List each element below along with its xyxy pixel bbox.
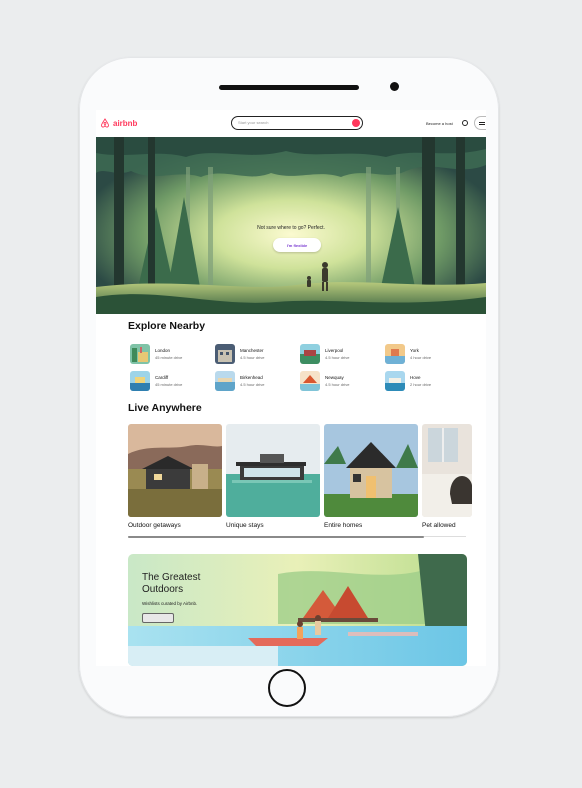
destination-thumbnail — [215, 371, 235, 391]
destination-city: Cardiff — [155, 375, 169, 380]
browser-screen: airbnb Start your search Become a host N… — [96, 110, 486, 666]
destination-city: Hove — [410, 375, 421, 380]
list-item[interactable]: Manchester 4.5 hour drive — [215, 344, 295, 364]
destination-city: Birkenhead — [240, 375, 263, 380]
destination-drive-time: 2 hour drive — [410, 382, 432, 387]
list-item[interactable]: Cardiff 45 minute drive — [130, 371, 210, 391]
card-label: Entire homes — [324, 522, 363, 529]
destination-drive-time: 4.5 hour drive — [325, 355, 350, 360]
destination-drive-time: 45 minute drive — [155, 382, 183, 387]
destination-drive-time: 4 hour drive — [410, 355, 432, 360]
site-header: airbnb Start your search Become a host — [96, 110, 486, 138]
explore-nearby-title: Explore Nearby — [128, 320, 206, 332]
search-input[interactable]: Start your search — [238, 120, 268, 125]
promo-subtitle: Wishlists curated by Airbnb. — [142, 601, 198, 606]
destination-thumbnail — [300, 371, 320, 391]
destination-city: Liverpool — [325, 348, 344, 353]
card-image — [324, 424, 418, 517]
destination-thumbnail — [385, 371, 405, 391]
destination-thumbnail — [385, 344, 405, 364]
become-host-link[interactable]: Become a host — [426, 121, 453, 126]
user-menu-button[interactable] — [474, 116, 486, 130]
destination-drive-time: 4.5 hour drive — [240, 355, 265, 360]
hero-banner: Not sure where to go? Perfect. I'm flexi… — [96, 137, 486, 314]
outdoors-illustration — [128, 554, 467, 666]
hero-tagline: Not sure where to go? Perfect. — [257, 225, 325, 231]
category-card[interactable]: Pet allowed — [422, 424, 472, 529]
live-anywhere-carousel[interactable]: Outdoor getaways Unique stays Entire hom… — [128, 424, 486, 536]
card-image — [128, 424, 222, 517]
list-item[interactable]: York 4 hour drive — [385, 344, 465, 364]
live-anywhere-title: Live Anywhere — [128, 402, 202, 414]
destination-city: Manchester — [240, 348, 264, 353]
list-item[interactable]: Birkenhead 4.5 hour drive — [215, 371, 295, 391]
menu-icon — [479, 122, 485, 123]
card-image — [226, 424, 320, 517]
category-card[interactable]: Outdoor getaways — [128, 424, 222, 529]
logo-wordmark: airbnb — [113, 118, 138, 128]
destination-drive-time: 45 minute drive — [155, 355, 183, 360]
destination-drive-time: 4.5 hour drive — [325, 382, 350, 387]
destination-thumbnail — [130, 344, 150, 364]
outdoors-promo-banner[interactable]: The Greatest Outdoors Wishlists curated … — [128, 554, 467, 666]
category-card[interactable]: Entire homes — [324, 424, 418, 529]
globe-icon[interactable] — [462, 120, 468, 126]
list-item[interactable]: Hove 2 hour drive — [385, 371, 465, 391]
destination-thumbnail — [300, 344, 320, 364]
destination-drive-time: 4.5 hour drive — [240, 382, 265, 387]
speaker-grille — [219, 85, 359, 90]
destination-thumbnail — [215, 344, 235, 364]
list-item[interactable]: Newquay 4.5 hour drive — [300, 371, 380, 391]
airbnb-logo[interactable]: airbnb — [100, 118, 137, 128]
promo-cta-button[interactable] — [142, 613, 174, 623]
destination-city: London — [155, 348, 171, 353]
carousel-scrollbar-thumb[interactable] — [128, 536, 424, 538]
home-button-icon[interactable] — [268, 669, 306, 707]
list-item[interactable]: Liverpool 4.5 hour drive — [300, 344, 380, 364]
search-bar[interactable]: Start your search — [231, 116, 363, 130]
card-label: Outdoor getaways — [128, 522, 181, 529]
list-item[interactable]: London 45 minute drive — [130, 344, 210, 364]
destination-city: York — [410, 348, 419, 353]
card-image — [422, 424, 472, 517]
front-camera — [390, 82, 399, 91]
destination-thumbnail — [130, 371, 150, 391]
destination-city: Newquay — [325, 375, 344, 380]
category-card[interactable]: Unique stays — [226, 424, 320, 529]
card-label: Unique stays — [226, 522, 264, 529]
search-icon[interactable] — [352, 119, 360, 127]
flexible-button[interactable]: I'm flexible — [273, 238, 321, 252]
airbnb-logo-icon — [101, 118, 109, 128]
promo-title: The Greatest Outdoors — [142, 572, 201, 595]
card-label: Pet allowed — [422, 522, 456, 529]
